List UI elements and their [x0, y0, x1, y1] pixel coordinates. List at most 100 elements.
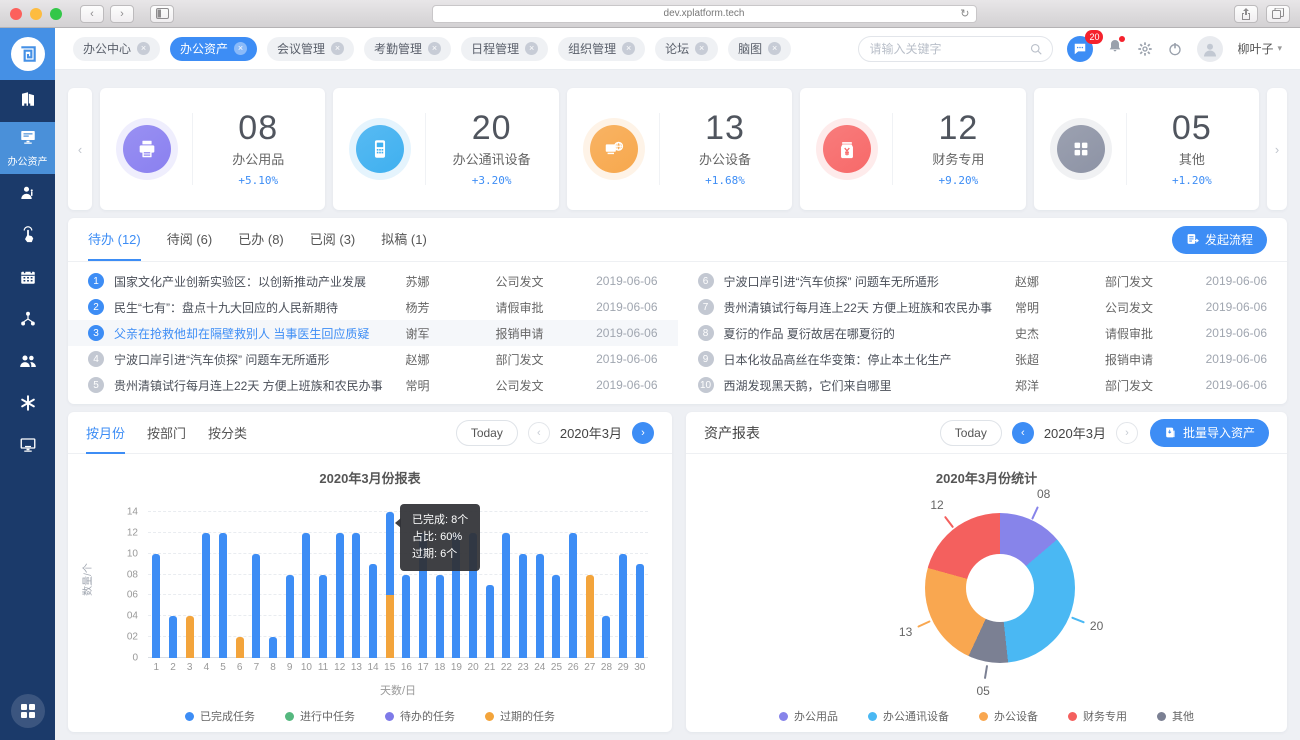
bar-column[interactable]: [231, 512, 248, 658]
bar-column[interactable]: [248, 512, 265, 658]
sidebar-item-mindmap[interactable]: [0, 384, 55, 426]
stat-card[interactable]: 20办公通讯设备+3.20%: [333, 88, 558, 210]
header-tab[interactable]: 日程管理×: [461, 37, 548, 61]
stat-card[interactable]: 13办公设备+1.68%: [567, 88, 792, 210]
bar-column[interactable]: [365, 512, 382, 658]
notifications-button[interactable]: [1107, 38, 1123, 59]
apps-grid-button[interactable]: [11, 694, 45, 728]
sidebar-item-meeting[interactable]: [0, 174, 55, 216]
bar-column[interactable]: [615, 512, 632, 658]
user-menu[interactable]: 柳叶子 ▾: [1237, 40, 1282, 57]
bar-column[interactable]: [298, 512, 315, 658]
todo-list-item[interactable]: 7贵州清镇试行每月连上22天 方便上班族和农民办事常明公司发文2019-06-0…: [678, 294, 1288, 320]
bar-column[interactable]: [315, 512, 332, 658]
bar-column[interactable]: [198, 512, 215, 658]
sidebar-item-office-center[interactable]: [0, 80, 55, 122]
header-tab[interactable]: 考勤管理×: [364, 37, 451, 61]
global-search[interactable]: [858, 36, 1053, 62]
bar-column[interactable]: [531, 512, 548, 658]
bar-column[interactable]: [331, 512, 348, 658]
asset-prev-month-button[interactable]: ‹: [1012, 422, 1034, 444]
close-tab-icon[interactable]: ×: [525, 42, 538, 55]
bar-column[interactable]: [148, 512, 165, 658]
todo-list-item[interactable]: 8夏衍的作品 夏衍故居在哪夏衍的史杰请假审批2019-06-06: [678, 320, 1288, 346]
close-tab-icon[interactable]: ×: [695, 42, 708, 55]
avatar[interactable]: [1197, 36, 1223, 62]
bulk-import-button[interactable]: 批量导入资产: [1150, 419, 1269, 447]
legend-item[interactable]: 财务专用: [1068, 708, 1127, 724]
sidebar-item-schedule[interactable]: [0, 258, 55, 300]
prev-month-button[interactable]: ‹: [528, 422, 550, 444]
legend-item[interactable]: 办公用品: [779, 708, 838, 724]
todo-tab[interactable]: 拟稿 (1): [381, 218, 427, 261]
todo-list-item[interactable]: 5贵州清镇试行每月连上22天 方便上班族和农民办事常明公司发文2019-06-0…: [68, 372, 678, 398]
header-tab[interactable]: 会议管理×: [267, 37, 354, 61]
cards-scroll-left-button[interactable]: ‹: [68, 88, 92, 210]
close-tab-icon[interactable]: ×: [768, 42, 781, 55]
bar-column[interactable]: [265, 512, 282, 658]
cards-scroll-right-button[interactable]: ›: [1267, 88, 1287, 210]
todo-tab[interactable]: 待阅 (6): [167, 218, 213, 261]
bar-column[interactable]: [631, 512, 648, 658]
sidebar-item-office-assets[interactable]: 办公资产: [0, 122, 55, 174]
minimize-window-button[interactable]: [30, 8, 42, 20]
search-icon[interactable]: [1030, 42, 1042, 56]
todo-tab[interactable]: 待办 (12): [88, 218, 141, 261]
legend-item[interactable]: 已完成任务: [185, 708, 255, 724]
browser-forward-button[interactable]: ›: [110, 5, 134, 23]
legend-item[interactable]: 过期的任务: [485, 708, 555, 724]
close-window-button[interactable]: [10, 8, 22, 20]
stat-card[interactable]: 05其他+1.20%: [1034, 88, 1259, 210]
bar-column[interactable]: [165, 512, 182, 658]
legend-item[interactable]: 办公设备: [979, 708, 1038, 724]
bar-column[interactable]: [215, 512, 232, 658]
power-icon[interactable]: [1167, 41, 1183, 57]
bar-column[interactable]: [381, 512, 398, 658]
today-button[interactable]: Today: [456, 420, 518, 446]
browser-back-button[interactable]: ‹: [80, 5, 104, 23]
close-tab-icon[interactable]: ×: [137, 42, 150, 55]
todo-tab[interactable]: 已办 (8): [238, 218, 284, 261]
asset-today-button[interactable]: Today: [940, 420, 1002, 446]
todo-list-item[interactable]: 9日本化妆品高丝在华变策：停止本土化生产张超报销申请2019-06-06: [678, 346, 1288, 372]
header-tab[interactable]: 组织管理×: [558, 37, 645, 61]
header-tab[interactable]: 办公中心×: [73, 37, 160, 61]
stat-card[interactable]: 12财务专用+9.20%: [800, 88, 1025, 210]
bar-column[interactable]: [515, 512, 532, 658]
bar-column[interactable]: [565, 512, 582, 658]
bar-column[interactable]: [181, 512, 198, 658]
bar-column[interactable]: [498, 512, 515, 658]
address-bar[interactable]: dev.xplatform.tech ↻: [432, 5, 977, 23]
legend-item[interactable]: 进行中任务: [285, 708, 355, 724]
asset-next-month-button[interactable]: ›: [1116, 422, 1138, 444]
settings-gear-icon[interactable]: [1137, 41, 1153, 57]
tab-by-department[interactable]: 按部门: [147, 413, 186, 454]
tab-by-category[interactable]: 按分类: [208, 413, 247, 454]
messages-button[interactable]: 20: [1067, 36, 1093, 62]
browser-sidebar-toggle-button[interactable]: [150, 5, 174, 23]
todo-list-item[interactable]: 1国家文化产业创新实验区：以创新推动产业发展苏娜公司发文2019-06-06: [68, 268, 678, 294]
legend-item[interactable]: 办公通讯设备: [868, 708, 949, 724]
bar-column[interactable]: [548, 512, 565, 658]
close-tab-icon[interactable]: ×: [622, 42, 635, 55]
sidebar-item-organization[interactable]: [0, 300, 55, 342]
todo-tab[interactable]: 已阅 (3): [310, 218, 356, 261]
bar-column[interactable]: [481, 512, 498, 658]
todo-list-item[interactable]: 3父亲在抢救他却在隔壁救别人 当事医生回应质疑谢军报销申请2019-06-06: [68, 320, 678, 346]
sidebar-item-forum[interactable]: [0, 342, 55, 384]
close-tab-icon[interactable]: ×: [428, 42, 441, 55]
stat-card[interactable]: 08办公用品+5.10%: [100, 88, 325, 210]
app-logo[interactable]: [0, 28, 55, 80]
sidebar-item-workspace[interactable]: [0, 426, 55, 468]
todo-list-item[interactable]: 6宁波口岸引进“汽车侦探” 问题车无所遁形赵娜部门发文2019-06-06: [678, 268, 1288, 294]
header-tab[interactable]: 脑图×: [728, 37, 791, 61]
header-tab[interactable]: 论坛×: [655, 37, 718, 61]
next-month-button[interactable]: ›: [632, 422, 654, 444]
legend-item[interactable]: 其他: [1157, 708, 1194, 724]
bar-column[interactable]: [348, 512, 365, 658]
bar-column[interactable]: [598, 512, 615, 658]
sidebar-item-attendance[interactable]: [0, 216, 55, 258]
todo-list-item[interactable]: 2民生“七有”：盘点十九大回应的人民新期待杨芳请假审批2019-06-06: [68, 294, 678, 320]
zoom-window-button[interactable]: [50, 8, 62, 20]
header-tab[interactable]: 办公资产×: [170, 37, 257, 61]
